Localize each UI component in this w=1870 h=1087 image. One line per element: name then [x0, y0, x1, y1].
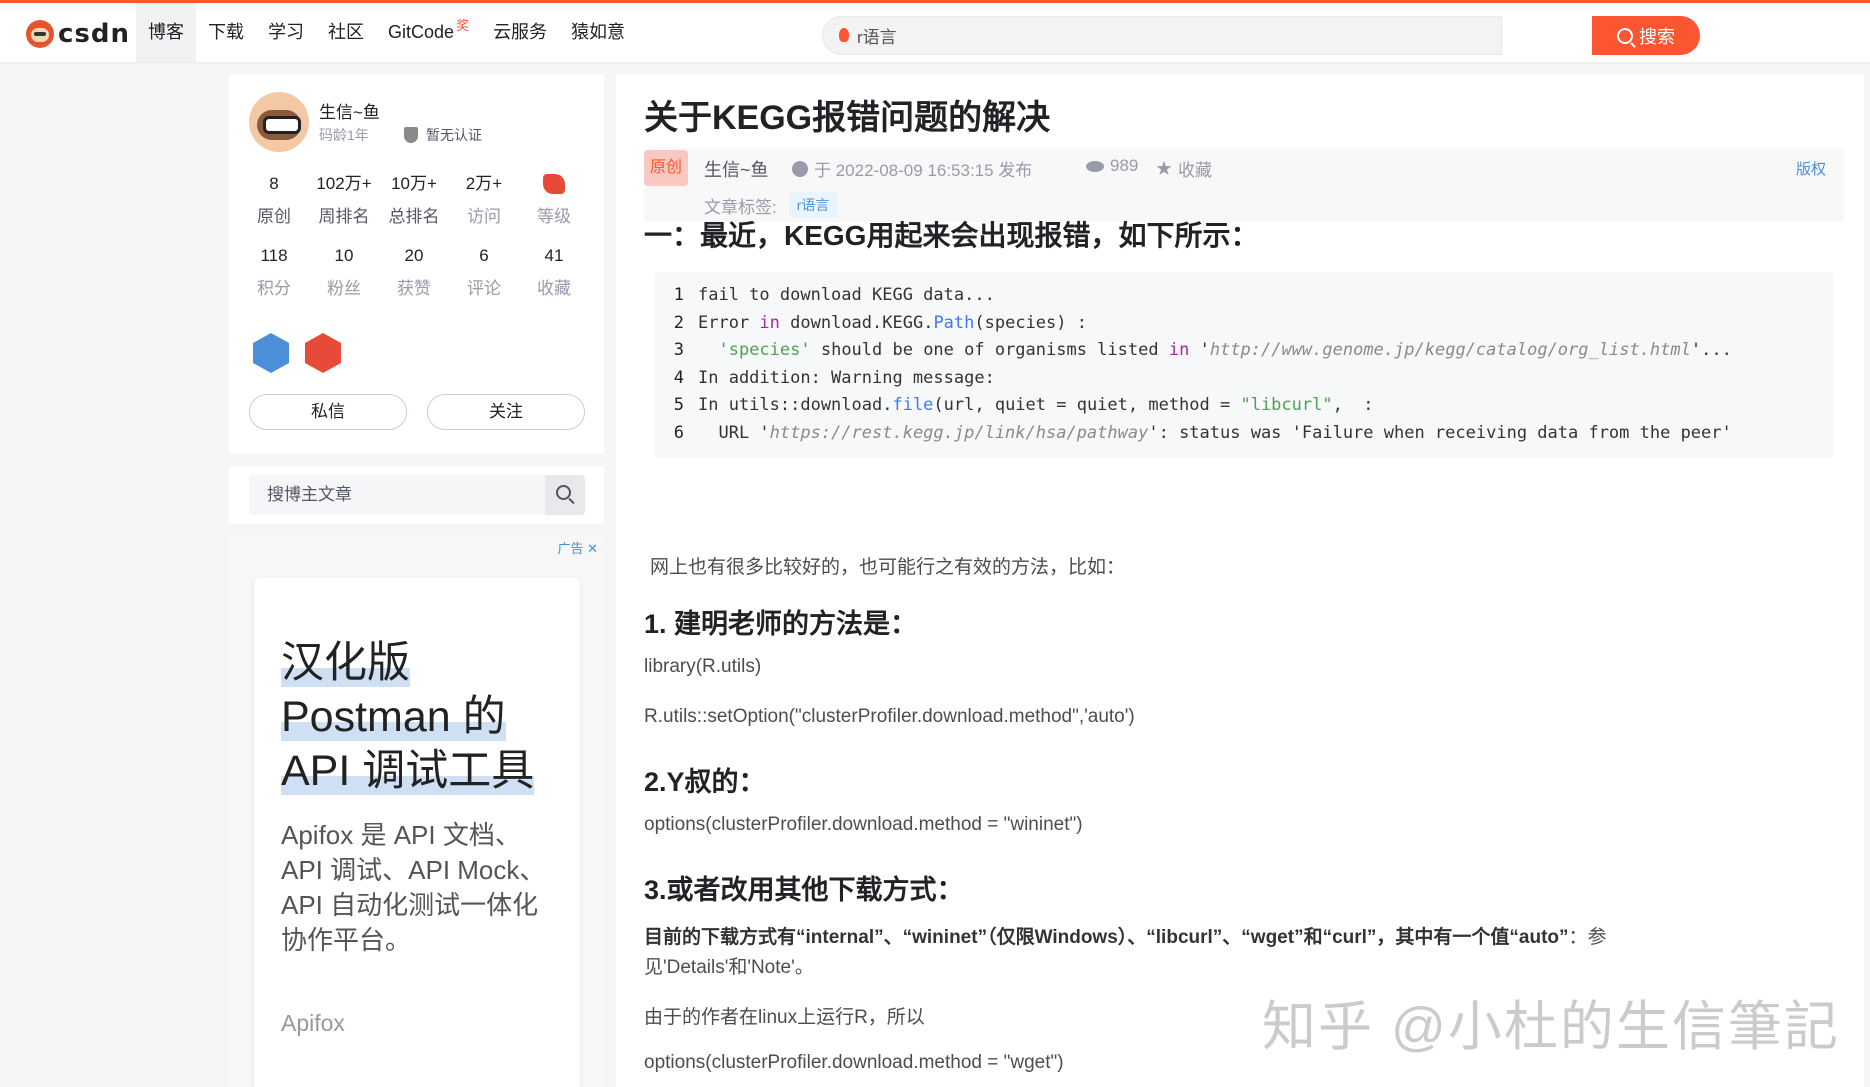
code-options-wget: options(clusterProfiler.download.method … — [644, 1052, 1064, 1073]
logo-text: csdn — [58, 19, 131, 49]
star-icon — [1156, 160, 1172, 176]
blogger-search-input[interactable]: 搜博主文章 — [249, 475, 585, 515]
nav-item-gitcode[interactable]: GitCode 奖 — [376, 3, 481, 62]
code-block[interactable]: 1 fail to download KEGG data... 2 Error in… — [654, 272, 1834, 458]
award-mark: 奖 — [456, 18, 470, 33]
badge-red-icon[interactable] — [305, 333, 341, 373]
profile-actions: 私信 关注 — [249, 394, 585, 430]
author-profile-card: 生信~鱼 码龄1年 暂无认证 8 原创 102万+ 周排名 10万+ 总排名 2万+ 访… — [229, 74, 604, 454]
ad-brand: Apifox — [281, 1010, 345, 1036]
section-heading: 一：最近，KEGG用起来会出现报错，如下所示： — [644, 220, 1259, 251]
view-count: 989 — [1086, 156, 1138, 176]
stat-favorites: 41 收藏 — [537, 246, 571, 298]
monkey-logo-icon — [26, 20, 54, 48]
nav-item-yuanruyi[interactable]: 猿如意 — [559, 3, 637, 62]
avatar[interactable] — [249, 92, 309, 152]
meta-author[interactable]: 生信~鱼 — [704, 156, 769, 182]
search-icon — [1617, 27, 1633, 44]
stats-row-2: 118 积分 10 粉丝 20 获赞 6 评论 41 收藏 — [239, 216, 589, 299]
shield-icon — [404, 127, 418, 143]
top-navbar: csdn 博客 下载 学习 社区 GitCode奖 云服务 猿如意 搜索 — [0, 0, 1870, 62]
article: 关于KEGG报错问题的解决 原创 生信~鱼 于 2022-08-09 16:53… — [616, 74, 1864, 1087]
search-input[interactable] — [857, 17, 1457, 54]
stat-points: 118 积分 — [257, 246, 291, 298]
blogger-search: 搜博主文章 — [229, 466, 604, 524]
heading-method-2: 2.Y叔的： — [644, 767, 766, 797]
clock-icon — [792, 160, 808, 177]
favorite-button[interactable]: 收藏 — [1156, 156, 1212, 181]
search-icon — [556, 485, 571, 500]
level-icon — [543, 174, 565, 194]
stat-likes: 20 获赞 — [397, 246, 431, 298]
ad-card[interactable]: 汉化版 Postman 的 API 调试工具 Apifox 是 API 文档、A… — [254, 578, 580, 1087]
stat-comments: 6 评论 — [467, 246, 501, 298]
author-name[interactable]: 生信~鱼 — [319, 98, 380, 123]
copyright-link[interactable]: 版权 — [1796, 158, 1826, 179]
code-library-rutils: library(R.utils) — [644, 656, 762, 677]
eye-icon — [1086, 160, 1104, 172]
nav-item-cloud[interactable]: 云服务 — [481, 3, 559, 62]
code-setoption: R.utils::setOption("clusterProfiler.down… — [644, 706, 1135, 727]
blogger-search-button[interactable] — [545, 475, 585, 515]
ad-close-tag[interactable]: 广告 ✕ — [557, 538, 598, 557]
ad-description: Apifox 是 API 文档、API 调试、API Mock、API 自动化测… — [281, 820, 546, 955]
author-age: 码龄1年 — [319, 127, 369, 143]
nav-item-blog[interactable]: 博客 — [136, 3, 196, 62]
linux-paragraph: 由于的作者在linux上运行R，所以 — [644, 1007, 925, 1028]
hot-flame-icon — [839, 28, 849, 42]
ad-panel: 广告 ✕ 汉化版 Postman 的 API 调试工具 Apifox 是 API… — [229, 534, 604, 1087]
code-options-wininet: options(clusterProfiler.download.method … — [644, 814, 1083, 835]
verify-status: 暂无认证 — [404, 125, 482, 145]
message-button[interactable]: 私信 — [249, 394, 407, 430]
publish-time: 于 2022-08-09 16:53:15 发布 — [792, 156, 1032, 181]
heading-method-3: 3.或者改用其他下载方式： — [644, 875, 964, 905]
search-box — [822, 16, 1502, 55]
follow-button[interactable]: 关注 — [427, 394, 585, 430]
article-title: 关于KEGG报错问题的解决 — [644, 99, 1051, 137]
nav-item-community[interactable]: 社区 — [316, 3, 376, 62]
nav-item-download[interactable]: 下载 — [196, 3, 256, 62]
stat-fans[interactable]: 10 粉丝 — [309, 216, 379, 299]
details-note-paragraph: 见'Details'和'Note'。 — [644, 957, 814, 978]
csdn-logo[interactable]: csdn — [26, 19, 130, 49]
nav-item-learn[interactable]: 学习 — [256, 3, 316, 62]
main-nav: 博客 下载 学习 社区 GitCode 奖 云服务 猿如意 — [136, 3, 637, 62]
download-methods-paragraph: 目前的下载方式有“internal”、“wininet”（仅限Windows）、… — [644, 927, 1607, 948]
badge-blue-icon[interactable] — [253, 333, 289, 373]
badges — [251, 333, 343, 373]
heading-method-1: 1. 建明老师的方法是： — [644, 609, 918, 639]
original-tag: 原创 — [644, 150, 688, 186]
search-button[interactable]: 搜索 — [1592, 16, 1700, 55]
watermark: 知乎 @小杜的生信筆記 — [1262, 997, 1840, 1057]
ad-title: 汉化版 Postman 的 API 调试工具 — [281, 639, 535, 795]
intro-paragraph: 网上也有很多比较好的，也可能行之有效的方法，比如： — [650, 557, 1126, 578]
